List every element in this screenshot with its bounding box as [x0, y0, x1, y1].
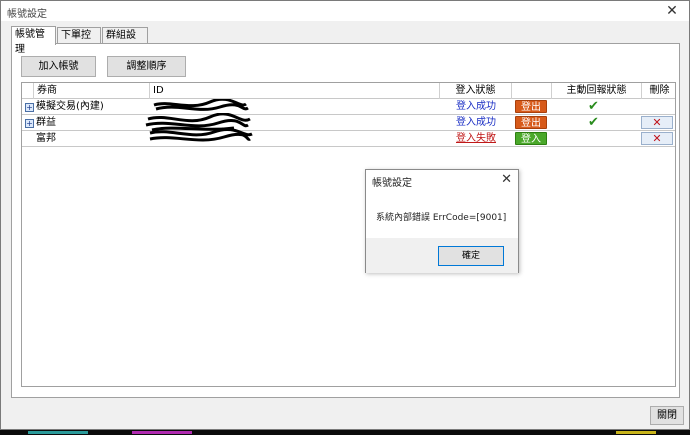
header-report-status[interactable]: 主動回報狀態 — [552, 83, 642, 99]
reorder-button[interactable]: 調整順序 — [107, 56, 186, 77]
window-close-icon[interactable]: ✕ — [657, 1, 687, 21]
broker-name: 模擬交易(內建) — [36, 101, 104, 112]
delete-x-icon[interactable]: ✕ — [641, 132, 673, 145]
close-window-button[interactable]: 關閉 — [650, 406, 684, 425]
tab-account-management[interactable]: 帳號管理 — [11, 26, 56, 55]
dialog-footer: 確定 — [366, 238, 518, 273]
broker-name: 群益 — [36, 117, 56, 128]
background-ticker-strip — [0, 430, 690, 435]
account-management-panel: 加入帳號 調整順序 券商 ID 登入狀態 主動回報狀態 刪除 + 模擬交易(內建… — [11, 43, 680, 398]
broker-name: 富邦 — [36, 133, 56, 144]
add-account-button[interactable]: 加入帳號 — [21, 56, 96, 77]
checkmark-icon: ✔ — [588, 99, 599, 114]
header-action[interactable] — [512, 83, 552, 99]
account-settings-window: 帳號設定 ✕ 帳號管理 下單控管 群組設定 加入帳號 調整順序 券商 ID 登入… — [0, 0, 690, 430]
header-id[interactable]: ID — [150, 83, 440, 99]
dialog-title: 帳號設定 — [372, 178, 412, 189]
tab-group-settings[interactable]: 群組設定 — [102, 27, 148, 56]
title-bar: 帳號設定 ✕ — [1, 1, 689, 21]
header-login-status[interactable]: 登入狀態 — [440, 83, 512, 99]
expand-plus-icon[interactable]: + — [25, 103, 34, 112]
dialog-message: 系統內部錯誤 ErrCode=[9001] — [376, 213, 507, 223]
login-status: 登入成功 — [456, 101, 496, 112]
checkmark-icon: ✔ — [588, 115, 599, 130]
login-status: 登入成功 — [456, 117, 496, 128]
error-dialog: 帳號設定 ✕ 系統內部錯誤 ErrCode=[9001] 確定 — [365, 169, 519, 273]
ticker-decoration — [28, 431, 656, 434]
login-status: 登入失敗 — [456, 133, 496, 144]
table-row[interactable]: + 群益 登入成功 登出 ✔ ✕ — [22, 113, 675, 132]
grid-header: 券商 ID 登入狀態 主動回報狀態 刪除 — [22, 83, 675, 99]
table-row[interactable]: + 模擬交易(內建) 登入成功 登出 ✔ — [22, 99, 675, 115]
redacted-id-scribble — [149, 128, 253, 142]
tab-order-control[interactable]: 下單控管 — [57, 27, 101, 56]
header-broker[interactable]: 券商 — [34, 83, 150, 99]
dialog-ok-button[interactable]: 確定 — [438, 246, 504, 266]
table-row[interactable]: 富邦 登入失敗 登入 ✕ — [22, 128, 675, 147]
header-delete[interactable]: 刪除 — [642, 83, 675, 99]
header-spacer — [22, 83, 34, 99]
delete-x-icon[interactable]: ✕ — [641, 116, 673, 129]
login-button[interactable]: 登入 — [515, 132, 547, 145]
logout-button[interactable]: 登出 — [515, 116, 547, 129]
expand-plus-icon[interactable]: + — [25, 119, 34, 128]
logout-button[interactable]: 登出 — [515, 100, 547, 113]
dialog-close-icon[interactable]: ✕ — [501, 172, 512, 187]
window-title: 帳號設定 — [7, 9, 47, 20]
account-grid: 券商 ID 登入狀態 主動回報狀態 刪除 + 模擬交易(內建) 登入成功 登出 … — [21, 82, 676, 387]
